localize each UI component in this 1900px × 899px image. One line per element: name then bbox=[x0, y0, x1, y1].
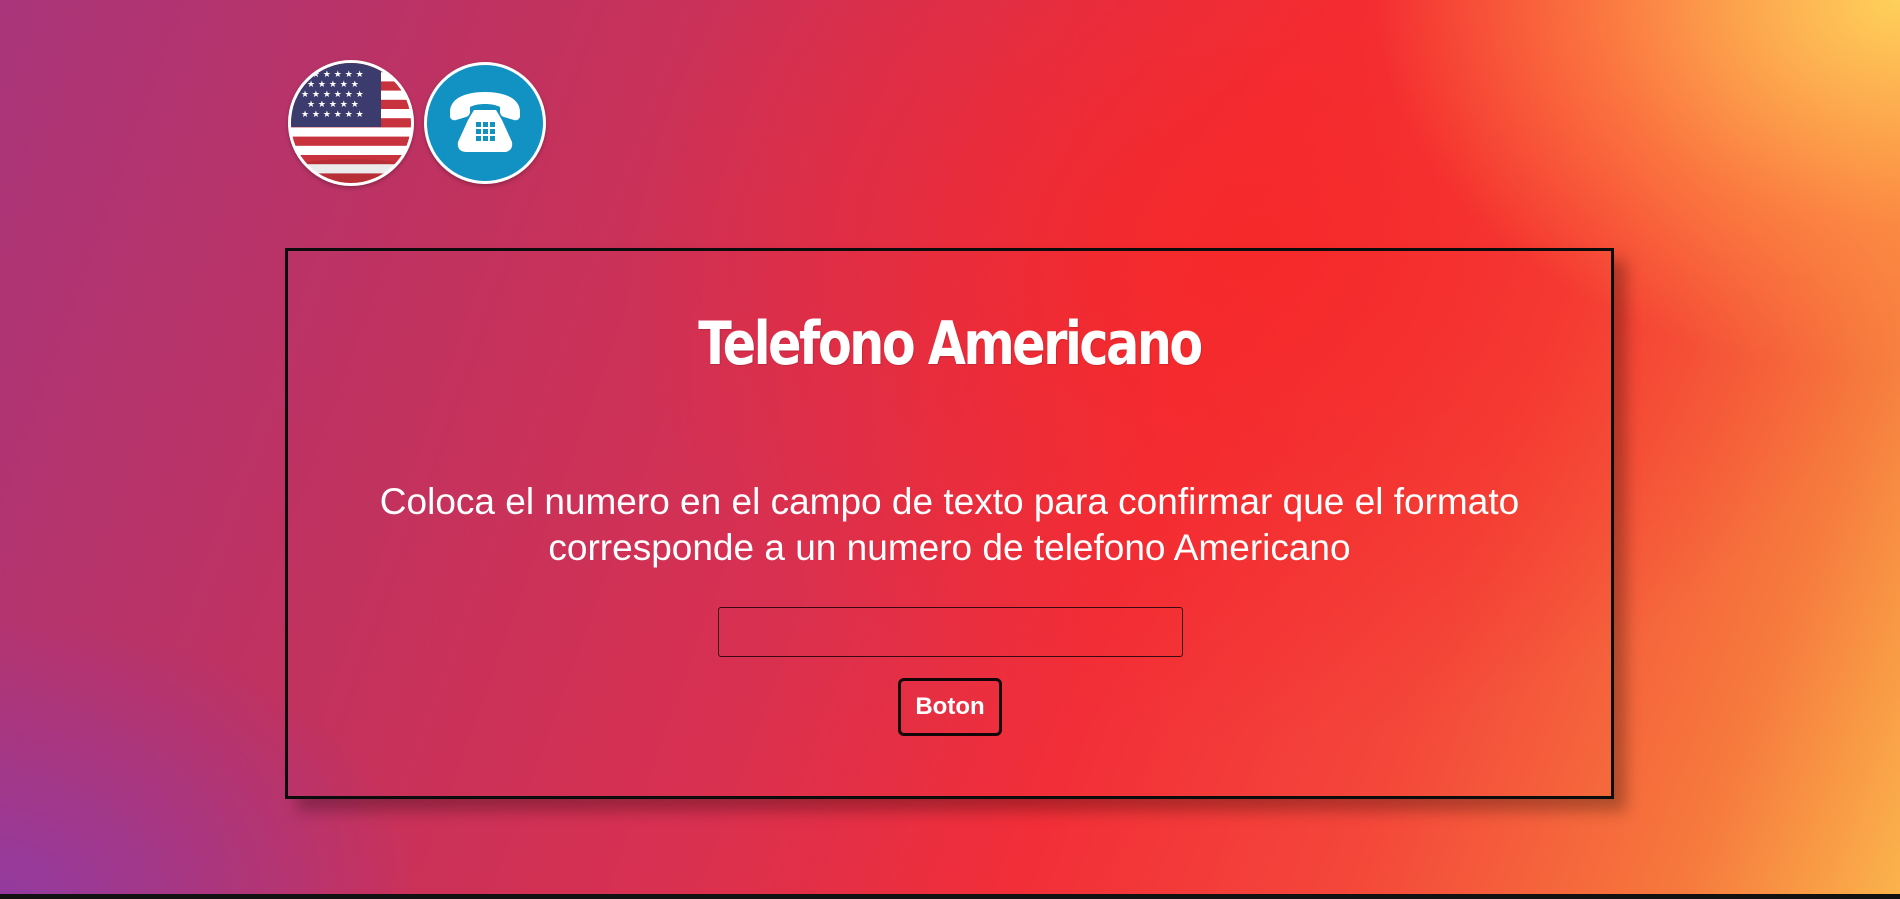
header-icons: ★ ★ ★ ★ ★ ★ ★ ★ ★ ★ ★ ★ ★ ★ ★ ★ ★ ★ ★ ★ … bbox=[288, 60, 546, 186]
submit-button[interactable]: Boton bbox=[898, 678, 1002, 736]
svg-text:★ ★ ★ ★ ★: ★ ★ ★ ★ ★ bbox=[307, 100, 359, 110]
phone-validator-card: Telefono Americano Coloca el numero en e… bbox=[285, 248, 1614, 799]
svg-text:★ ★ ★ ★ ★ ★: ★ ★ ★ ★ ★ ★ bbox=[301, 70, 364, 80]
svg-text:★ ★ ★ ★ ★ ★: ★ ★ ★ ★ ★ ★ bbox=[301, 110, 364, 120]
us-flag-icon: ★ ★ ★ ★ ★ ★ ★ ★ ★ ★ ★ ★ ★ ★ ★ ★ ★ ★ ★ ★ … bbox=[288, 60, 414, 186]
phone-number-input[interactable] bbox=[718, 607, 1183, 657]
svg-text:★ ★ ★ ★ ★: ★ ★ ★ ★ ★ bbox=[307, 80, 359, 90]
svg-text:★ ★ ★ ★ ★ ★: ★ ★ ★ ★ ★ ★ bbox=[301, 90, 364, 100]
bottom-bar bbox=[0, 894, 1900, 899]
telephone-icon bbox=[424, 62, 546, 184]
instructions-text: Coloca el numero en el campo de texto pa… bbox=[379, 481, 1520, 568]
page-title: Telefono Americano bbox=[698, 309, 1203, 379]
